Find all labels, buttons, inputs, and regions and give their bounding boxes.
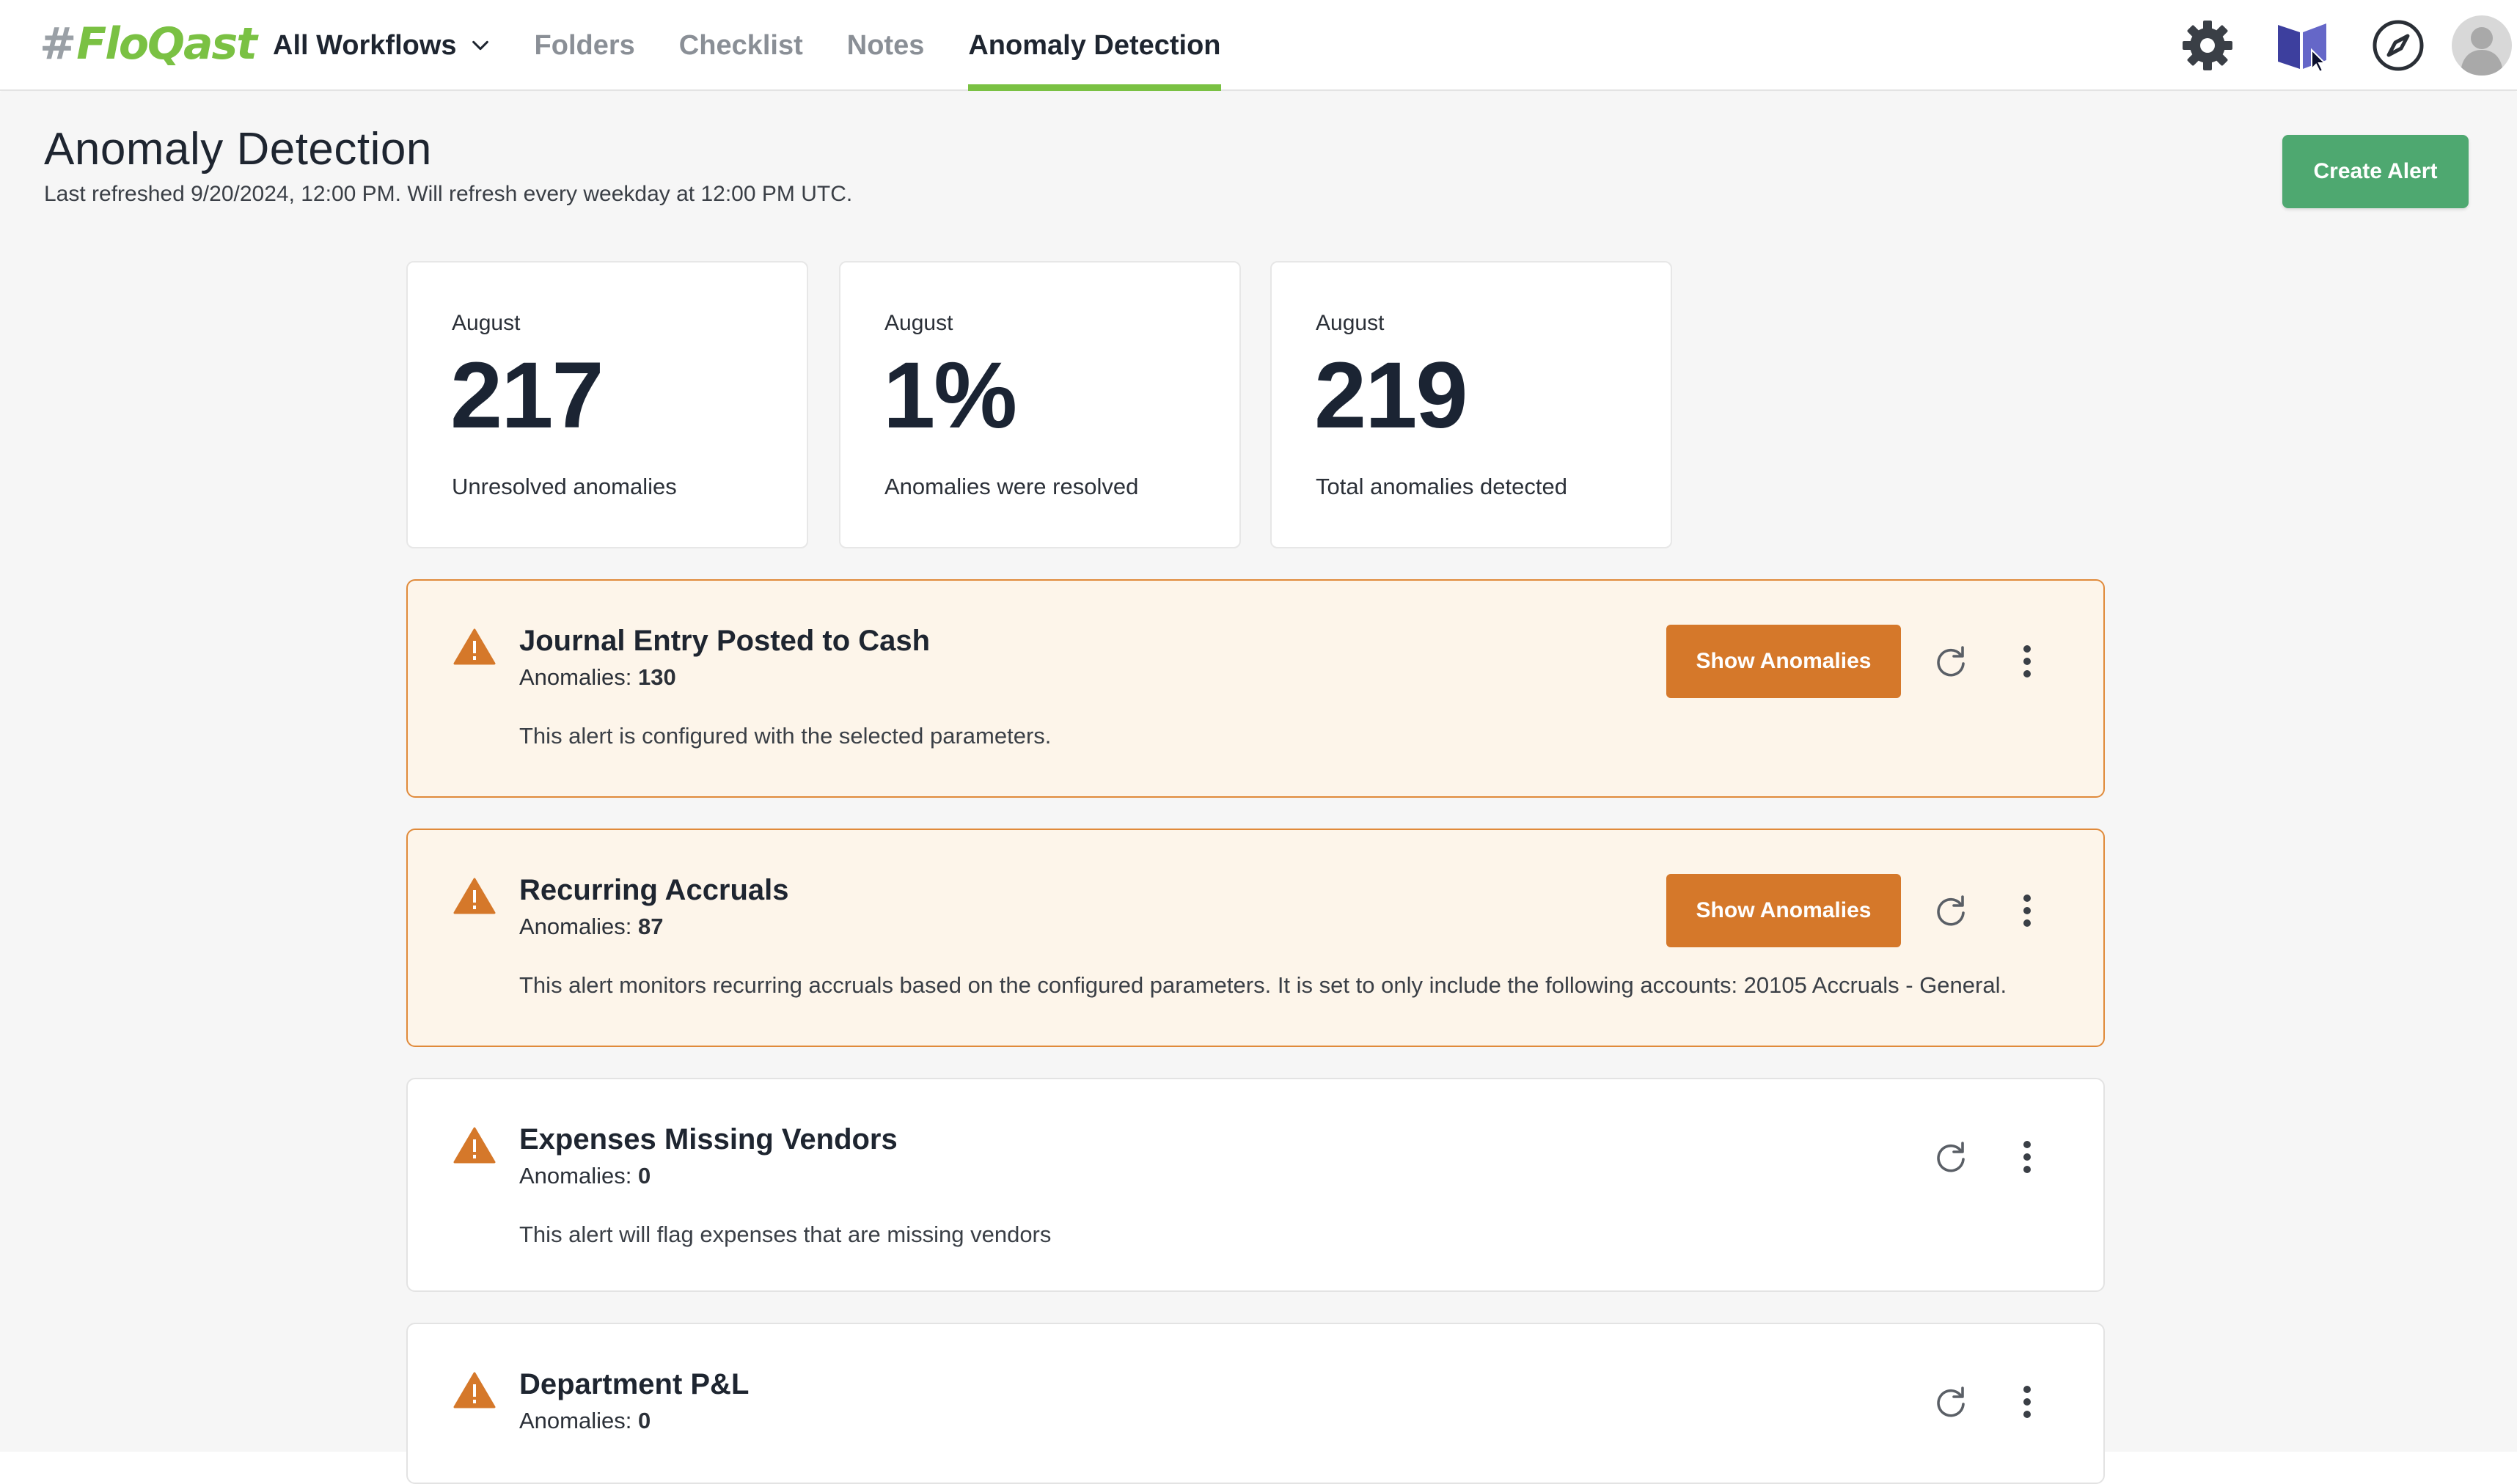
gear-icon [2183, 21, 2232, 70]
count-label: Anomalies: [519, 1408, 632, 1433]
warning-icon [453, 1372, 496, 1408]
count-value: 87 [637, 914, 664, 939]
alert-description: This alert is configured with the select… [519, 723, 1052, 749]
floqast-logo[interactable]: #FloQast [40, 18, 257, 70]
guide-book-button[interactable] [2274, 16, 2332, 75]
warning-icon [453, 1127, 496, 1164]
alert-card: Journal Entry Posted to Cash Anomalies: … [406, 579, 2105, 798]
alert-title: Department P&L [519, 1368, 750, 1400]
alert-description: This alert will flag expenses that are m… [519, 1222, 1052, 1247]
stat-month: August [452, 311, 521, 335]
alert-title: Recurring Accruals [519, 874, 789, 906]
more-vertical-icon [2023, 895, 2031, 927]
refresh-icon [1937, 895, 1965, 926]
logo-text: FloQast [76, 18, 257, 70]
stat-value: 219 [1314, 343, 1468, 448]
last-refreshed-text: Last refreshed 9/20/2024, 12:00 PM. Will… [44, 182, 853, 206]
stat-value: 1% [883, 343, 1017, 448]
warning-icon [453, 878, 496, 914]
alert-title: Expenses Missing Vendors [519, 1123, 898, 1156]
stat-label: Unresolved anomalies [452, 474, 677, 499]
refresh-button[interactable] [1926, 1132, 1976, 1182]
tab-anomaly-detection[interactable]: Anomaly Detection [968, 0, 1221, 91]
settings-button[interactable] [2178, 16, 2237, 75]
stat-label: Anomalies were resolved [884, 474, 1139, 499]
main-nav: All Workflows Folders Checklist Notes An… [273, 0, 1265, 91]
more-options-button[interactable] [2008, 636, 2046, 686]
refresh-button[interactable] [1926, 636, 1976, 686]
tab-folders[interactable]: Folders [535, 0, 635, 91]
stat-card-unresolved: August 217 Unresolved anomalies [406, 261, 808, 548]
alert-card: Recurring Accruals Anomalies: 87 This al… [406, 829, 2105, 1047]
more-options-button[interactable] [2008, 1377, 2046, 1427]
refresh-icon [1937, 1386, 1965, 1417]
page-title: Anomaly Detection [44, 124, 432, 175]
page-content: Anomaly Detection Last refreshed 9/20/20… [0, 92, 2517, 1484]
alert-description: This alert monitors recurring accruals b… [519, 972, 2007, 998]
create-alert-button[interactable]: Create Alert [2282, 135, 2469, 208]
count-label: Anomalies: [519, 914, 632, 939]
stat-value: 217 [450, 343, 604, 448]
all-workflows-label: All Workflows [273, 29, 457, 61]
count-value: 0 [637, 1163, 651, 1189]
alert-card: Department P&L Anomalies: 0 [406, 1323, 2105, 1484]
tab-notes[interactable]: Notes [847, 0, 925, 91]
show-anomalies-button[interactable]: Show Anomalies [1666, 625, 1901, 698]
all-workflows-dropdown[interactable]: All Workflows [273, 0, 491, 91]
stat-card-resolved: August 1% Anomalies were resolved [839, 261, 1241, 548]
user-avatar-button[interactable] [2451, 15, 2513, 76]
count-label: Anomalies: [519, 1163, 632, 1189]
book-icon [2278, 23, 2327, 73]
more-vertical-icon [2023, 1386, 2031, 1418]
alert-anomaly-count: Anomalies: 130 [519, 664, 676, 691]
refresh-button[interactable] [1926, 1377, 1976, 1427]
tab-anomaly-detection-label: Anomaly Detection [968, 29, 1221, 61]
tab-checklist-label: Checklist [678, 29, 803, 61]
chevron-down-icon [472, 40, 488, 51]
warning-icon [453, 628, 496, 665]
more-options-button[interactable] [2008, 886, 2046, 936]
stat-month: August [1316, 311, 1385, 335]
alert-anomaly-count: Anomalies: 0 [519, 1163, 651, 1189]
tab-folders-label: Folders [534, 29, 635, 61]
refresh-icon [1937, 646, 1965, 677]
alert-anomaly-count: Anomalies: 87 [519, 914, 663, 940]
more-vertical-icon [2023, 645, 2031, 677]
tab-notes-label: Notes [846, 29, 925, 61]
stat-label: Total anomalies detected [1316, 474, 1567, 499]
compass-icon [2373, 20, 2424, 71]
alert-anomaly-count: Anomalies: 0 [519, 1408, 651, 1434]
count-value: 0 [637, 1408, 651, 1433]
alert-title: Journal Entry Posted to Cash [519, 625, 931, 657]
stat-month: August [884, 311, 953, 335]
top-navigation-bar: #FloQast All Workflows Folders Checklist… [0, 0, 2517, 91]
show-anomalies-button[interactable]: Show Anomalies [1666, 874, 1901, 947]
count-value: 130 [637, 664, 676, 690]
tab-checklist[interactable]: Checklist [679, 0, 803, 91]
refresh-icon [1937, 1142, 1965, 1172]
alert-card: Expenses Missing Vendors Anomalies: 0 Th… [406, 1078, 2105, 1292]
compass-button[interactable] [2369, 16, 2428, 75]
stat-card-total: August 219 Total anomalies detected [1270, 261, 1672, 548]
refresh-button[interactable] [1926, 886, 1976, 936]
count-label: Anomalies: [519, 664, 632, 690]
more-options-button[interactable] [2008, 1132, 2046, 1182]
more-vertical-icon [2023, 1141, 2031, 1173]
avatar [2452, 15, 2512, 76]
